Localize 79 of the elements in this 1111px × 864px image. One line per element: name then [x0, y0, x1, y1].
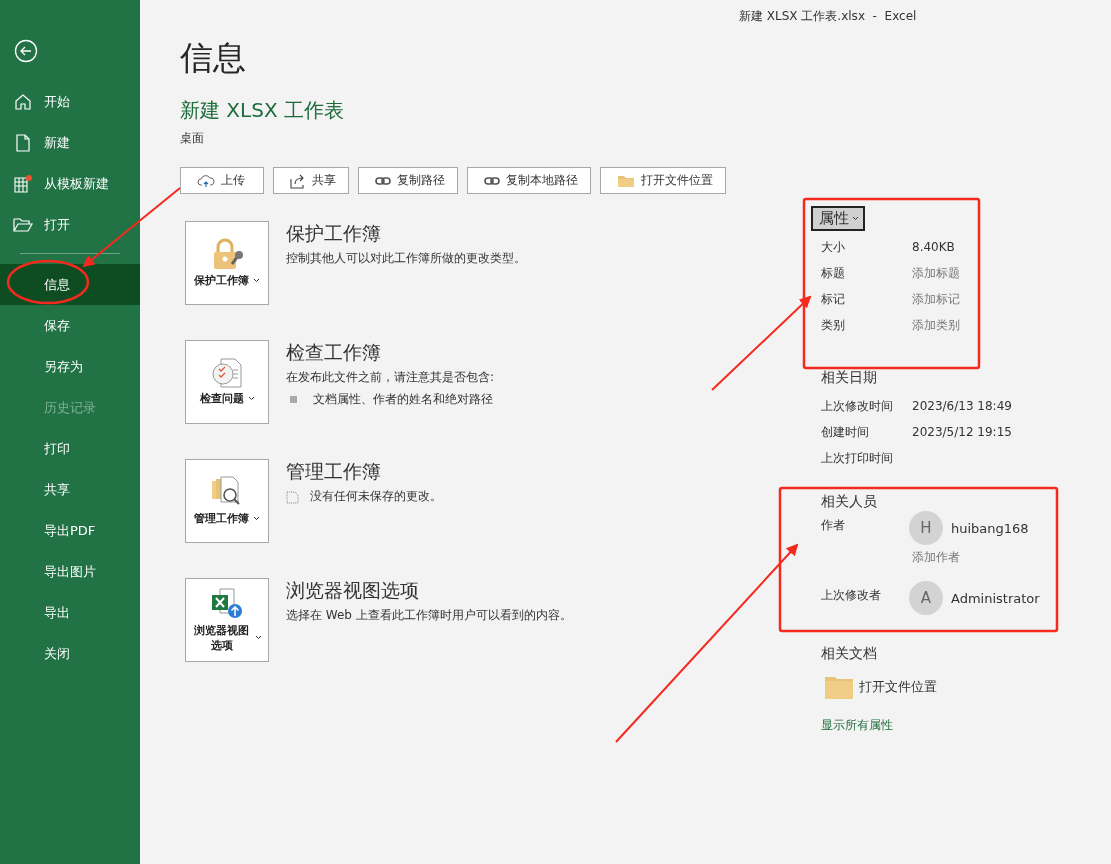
person-name: Administrator — [951, 590, 1040, 606]
property-label: 大小 — [821, 238, 846, 256]
link-icon — [375, 175, 391, 186]
file-name: 新建 XLSX 工作表 — [180, 97, 345, 124]
action-button[interactable]: 共享 — [273, 167, 349, 194]
property-value[interactable]: 添加标题 — [912, 264, 960, 282]
section-title: 管理工作簿 — [286, 459, 382, 484]
section-button[interactable]: 检查问题 — [185, 340, 269, 424]
section-description: 在发布此文件之前，请注意其是否包含: — [286, 369, 495, 386]
sidebar-item[interactable]: 导出 — [0, 592, 140, 633]
author-label: 作者 — [821, 517, 846, 534]
bullet-icon — [290, 396, 297, 403]
section-description: 选择在 Web 上查看此工作簿时用户可以看到的内容。 — [286, 607, 572, 624]
add-author-link[interactable]: 添加作者 — [912, 549, 1029, 566]
avatar-circle: H — [909, 511, 943, 545]
section-button[interactable]: 管理工作簿 — [185, 459, 269, 543]
sidebar-item[interactable]: 另存为 — [0, 346, 140, 387]
sidebar-item[interactable]: 打开 — [0, 204, 140, 245]
property-label: 标记 — [821, 290, 846, 308]
section-heading: 相关文档 — [821, 645, 878, 663]
date-value: 2023/5/12 19:15 — [912, 425, 1012, 439]
section-button[interactable]: 浏览器视图选项 — [185, 578, 269, 662]
page-heading: 信息 — [180, 37, 247, 79]
dotted-document-icon — [286, 489, 300, 504]
section-title: 保护工作簿 — [286, 221, 382, 246]
section-description: 控制其他人可以对此工作簿所做的更改类型。 — [286, 250, 526, 267]
property-label: 标题 — [821, 264, 846, 282]
bullet-text: 文档属性、作者的姓名和绝对路径 — [313, 391, 493, 408]
section-title: 检查工作簿 — [286, 340, 382, 365]
sidebar-item[interactable]: 导出PDF — [0, 510, 140, 551]
share-icon — [290, 172, 306, 189]
folder-icon — [13, 216, 33, 233]
property-value[interactable]: 添加标记 — [912, 290, 960, 308]
window-title: 新建 XLSX 工作表.xlsx - Excel — [739, 7, 917, 25]
date-label: 创建时间 — [821, 423, 870, 441]
section-description: 没有任何未保存的更改。 — [310, 488, 442, 505]
action-button[interactable]: 复制本地路径 — [467, 167, 591, 194]
action-button[interactable]: 复制路径 — [358, 167, 458, 194]
modifier-label: 上次修改者 — [821, 587, 882, 604]
property-label: 类别 — [821, 316, 846, 334]
date-value: 2023/6/13 18:49 — [912, 399, 1012, 413]
section-heading: 相关日期 — [821, 369, 878, 387]
property-value[interactable]: 添加类别 — [912, 316, 960, 334]
sidebar-item[interactable]: 保存 — [0, 305, 140, 346]
sidebar-item[interactable]: 信息 — [0, 264, 140, 305]
show-all-properties-link[interactable]: 显示所有属性 — [821, 717, 1040, 734]
cloud-upload-icon — [197, 173, 215, 188]
open-location-link[interactable]: 打开文件位置 — [825, 675, 1040, 699]
sidebar-item[interactable]: 关闭 — [0, 633, 140, 674]
file-location: 桌面 — [180, 130, 205, 147]
link-icon — [484, 175, 500, 186]
folder-icon — [617, 173, 635, 188]
caret-icon — [253, 516, 260, 521]
sidebar-item[interactable]: 共享 — [0, 469, 140, 510]
caret-icon — [247, 396, 255, 401]
action-button[interactable]: 上传 — [180, 167, 264, 194]
sidebar-item[interactable]: 导出图片 — [0, 551, 140, 592]
date-label: 上次打印时间 — [821, 449, 894, 467]
home-icon — [14, 92, 32, 111]
document-icon — [15, 133, 31, 152]
caret-icon — [254, 635, 262, 640]
properties-button[interactable]: 属性 — [811, 206, 865, 231]
section-heading: 相关人员 — [821, 493, 878, 511]
date-label: 上次修改时间 — [821, 397, 894, 415]
action-button[interactable]: 打开文件位置 — [600, 167, 726, 194]
caret-icon — [852, 216, 859, 221]
person-name: huibang168 — [951, 520, 1029, 536]
sidebar-item[interactable]: 从模板新建 — [0, 163, 140, 204]
back-icon[interactable] — [14, 39, 38, 63]
caret-icon — [253, 278, 260, 283]
folder-icon — [825, 675, 853, 699]
sidebar-item[interactable]: 开始 — [0, 81, 140, 122]
sidebar-item[interactable]: 打印 — [0, 428, 140, 469]
sidebar-item[interactable]: 新建 — [0, 122, 140, 163]
section-title: 浏览器视图选项 — [286, 578, 420, 603]
template-icon — [13, 173, 33, 194]
section-button[interactable]: 保护工作簿 — [185, 221, 269, 305]
property-value: 8.40KB — [912, 240, 955, 254]
avatar-circle: A — [909, 581, 943, 615]
